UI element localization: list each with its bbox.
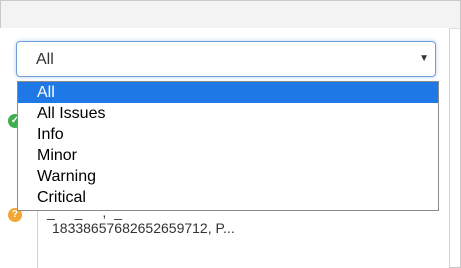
- option-info[interactable]: Info: [18, 124, 438, 145]
- option-warning[interactable]: Warning: [18, 166, 438, 187]
- option-critical[interactable]: Critical: [18, 187, 438, 208]
- option-minor[interactable]: Minor: [18, 145, 438, 166]
- dropdown-arrow-icon[interactable]: ▼: [419, 53, 429, 64]
- severity-filter-select[interactable]: All ▼: [16, 41, 436, 77]
- option-all-issues[interactable]: All Issues: [18, 103, 438, 124]
- select-current-value: All: [36, 51, 54, 68]
- option-all[interactable]: All: [18, 82, 438, 103]
- message-text: 1833865768265​2659712, P...: [52, 220, 235, 236]
- top-bar: [1, 1, 460, 29]
- severity-options-list[interactable]: All All Issues Info Minor Warning Critic…: [17, 81, 439, 211]
